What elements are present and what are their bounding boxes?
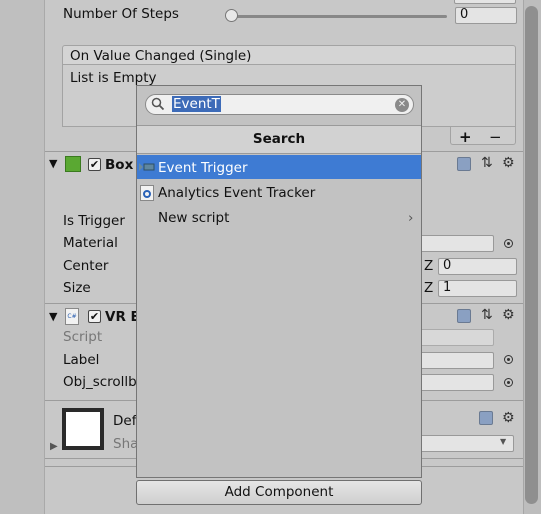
csharp-script-icon: C#	[65, 308, 79, 325]
slider-handle[interactable]	[225, 9, 238, 22]
search-icon	[151, 97, 165, 111]
list-item-event-trigger[interactable]: Event Trigger	[158, 160, 248, 176]
material-label: Material	[63, 235, 118, 251]
clear-search-icon[interactable]: ✕	[395, 98, 409, 112]
list-item-analytics-event-tracker[interactable]: Analytics Event Tracker	[158, 185, 315, 201]
box-collider-icon	[65, 156, 81, 172]
slider-track[interactable]	[231, 15, 447, 18]
material-preview	[62, 408, 104, 450]
obj-scroll-label: Obj_scrollb	[63, 374, 137, 390]
scrollbar-thumb[interactable]	[525, 6, 538, 504]
list-item-new-script[interactable]: New script	[158, 210, 229, 226]
shader-label: Sha	[113, 436, 139, 452]
popup-header: Search	[137, 125, 421, 154]
foldout-arrow[interactable]: ▼	[49, 310, 57, 323]
script-field	[420, 329, 494, 346]
add-component-button[interactable]: Add Component	[136, 480, 422, 505]
preset-icon[interactable]: ⇅	[481, 308, 493, 322]
obj-scroll-field[interactable]	[420, 374, 494, 391]
help-icon[interactable]	[457, 157, 471, 171]
size-z-field[interactable]: 1	[438, 280, 517, 297]
search-input-value[interactable]: EventT	[172, 96, 221, 112]
center-z-field[interactable]: 0	[438, 258, 517, 275]
csharp-script-icon	[140, 185, 154, 201]
gear-icon[interactable]: ⚙	[502, 156, 515, 170]
material-field[interactable]	[420, 235, 494, 252]
label-field[interactable]	[420, 352, 494, 369]
help-icon[interactable]	[479, 411, 493, 425]
foldout-arrow[interactable]: ▼	[49, 157, 57, 170]
gear-icon[interactable]: ⚙	[502, 308, 515, 322]
remove-event-button[interactable]: −	[489, 128, 502, 146]
label-label: Label	[63, 352, 100, 368]
object-picker-icon[interactable]	[504, 378, 513, 387]
slider-label: Number Of Steps	[63, 6, 179, 22]
left-strip	[0, 0, 45, 514]
size-label: Size	[63, 280, 91, 296]
partial-field[interactable]	[454, 0, 516, 4]
chevron-right-icon: ›	[408, 210, 414, 226]
chevron-down-icon: ▼	[500, 437, 507, 446]
box-collider-title: Box	[105, 157, 134, 173]
help-icon[interactable]	[457, 309, 471, 323]
size-z-label: Z	[424, 280, 434, 296]
vr-component-enabled-checkbox[interactable]: ✔	[88, 310, 101, 323]
object-picker-icon[interactable]	[504, 239, 513, 248]
preset-icon[interactable]: ⇅	[481, 156, 493, 170]
script-label: Script	[63, 329, 103, 345]
vr-component-title: VR E	[105, 309, 140, 325]
material-name: Def	[113, 413, 137, 429]
object-picker-icon[interactable]	[504, 355, 513, 364]
gear-icon[interactable]: ⚙	[502, 411, 515, 425]
event-trigger-icon	[139, 161, 155, 173]
center-label: Center	[63, 258, 109, 274]
is-trigger-label: Is Trigger	[63, 213, 125, 229]
add-event-button[interactable]: +	[459, 128, 472, 146]
box-collider-enabled-checkbox[interactable]: ✔	[88, 158, 101, 171]
center-z-label: Z	[424, 258, 434, 274]
foldout-arrow[interactable]: ▶	[50, 441, 58, 452]
event-header-label: On Value Changed (Single)	[70, 48, 252, 64]
slider-value-field[interactable]: 0	[455, 7, 517, 24]
event-list-empty-text: List is Empty	[70, 70, 157, 86]
search-text: EventT	[172, 96, 221, 112]
